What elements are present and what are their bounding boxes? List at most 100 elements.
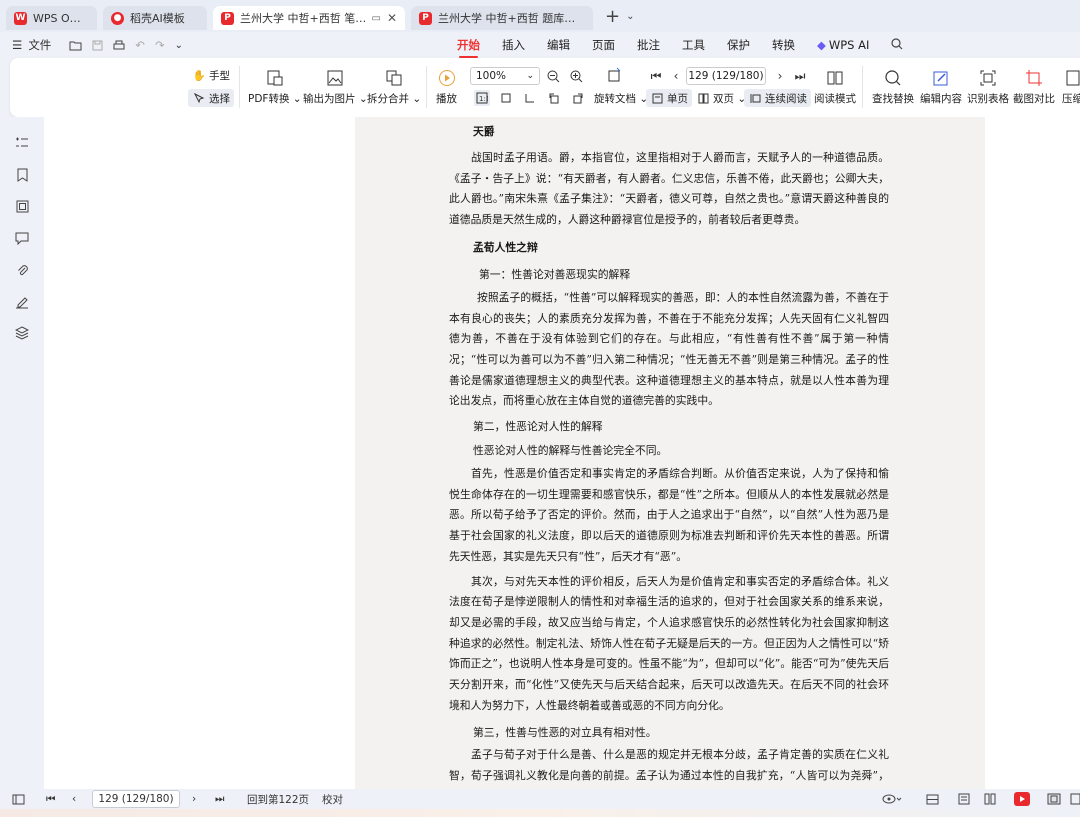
hamburger-menu-icon[interactable]: ☰ <box>12 38 22 52</box>
chevron-down-icon[interactable]: ⌄ <box>626 11 634 22</box>
search-icon <box>883 68 903 88</box>
play-status-icon[interactable] <box>1014 789 1030 809</box>
menu-tab-convert[interactable]: 转换 <box>772 37 795 53</box>
single-page-icon <box>650 91 664 105</box>
attachment-icon[interactable] <box>14 262 30 278</box>
split-merge-button[interactable]: 拆分合并 ⌄ <box>367 68 421 106</box>
subheading: 第一：性善论对善恶现实的解释 <box>479 267 631 281</box>
book-icon <box>825 68 845 88</box>
next-page-icon[interactable]: › <box>192 789 196 809</box>
menu-tab-page[interactable]: 页面 <box>592 37 615 53</box>
fit-page-icon[interactable] <box>607 67 623 83</box>
zoom-select[interactable]: 100% ⌄ <box>470 67 540 85</box>
sidebar-toggle-icon[interactable] <box>12 789 25 809</box>
document-canvas[interactable]: 天爵 战国时孟子用语。爵，本指官位，这里指相对于人爵而言，天赋予人的一种道德品质… <box>44 117 1080 789</box>
rotate-document-button[interactable]: 旋转文档 ⌄ <box>590 89 652 107</box>
file-menu[interactable]: 文件 <box>28 37 51 53</box>
undo-icon[interactable]: ↶ <box>135 38 145 52</box>
status-page-input[interactable]: 129 (129/180) <box>92 790 180 808</box>
fit-width-icon[interactable] <box>498 90 514 106</box>
compress-icon <box>1063 68 1080 88</box>
double-page-status-icon[interactable] <box>984 789 996 809</box>
actual-size-icon[interactable]: 1:1 <box>474 90 490 106</box>
proofread-button[interactable]: 校对 <box>322 789 343 809</box>
divider <box>862 66 863 108</box>
bottom-strip <box>0 809 1080 817</box>
paragraph: 按照孟子的概括，“性善”可以解释现实的善恶，即：人的本性自然流露为善，不善在于本… <box>449 290 889 408</box>
first-page-icon[interactable]: ⏮ <box>46 789 55 809</box>
chevron-down-icon: ⌄ <box>526 71 534 81</box>
menu-tab-edit[interactable]: 编辑 <box>547 37 570 53</box>
tab-notes-pdf[interactable]: P 兰州大学 中哲+西哲 笔记.pd ▭ ✕ <box>213 6 405 30</box>
pdf-icon: P <box>221 11 234 25</box>
tab-daoke-templates[interactable]: ● 稻壳AI模板 <box>103 6 207 30</box>
subheading: 第二，性恶论对人性的解释 <box>473 420 603 434</box>
tab-bar: W WPS Office ● 稻壳AI模板 P 兰州大学 中哲+西哲 笔记.pd… <box>0 0 1080 32</box>
tab-wps-office[interactable]: W WPS Office <box>6 6 97 30</box>
hand-tool-button[interactable]: ✋ 手型 <box>188 66 234 84</box>
prev-page-icon[interactable]: ‹ <box>668 68 684 84</box>
fit-width-status-icon[interactable] <box>926 789 939 809</box>
single-page-button[interactable]: 单页 <box>646 89 692 107</box>
layers-icon[interactable] <box>14 325 30 341</box>
paragraph: 首先，性恶是价值否定和事实肯定的矛盾综合判断。从价值否定来说，人为了保持和愉悦生… <box>449 467 889 563</box>
search-icon[interactable] <box>891 37 903 53</box>
outline-icon[interactable] <box>14 135 30 151</box>
page-number-input[interactable]: 129 (129/180) <box>686 67 766 85</box>
bookmark-icon[interactable] <box>14 167 30 183</box>
export-image-button[interactable]: 输出为图片 ⌄ <box>303 68 368 106</box>
zoom-in-icon[interactable] <box>568 68 584 84</box>
eye-protection-icon[interactable] <box>882 789 902 809</box>
chevron-down-icon[interactable]: ⌄ <box>175 40 183 51</box>
menu-tab-tools[interactable]: 工具 <box>682 37 705 53</box>
paragraph: 战国时孟子用语。爵，本指官位，这里指相对于人爵而言，天赋予人的一种道德品质。《孟… <box>449 151 889 227</box>
reading-mode-button[interactable]: 阅读模式 <box>814 68 856 106</box>
paragraph: 其次，与对先天本性的评价相反，后天人为是价值肯定和事实否定的矛盾综合体。礼义法度… <box>449 574 889 712</box>
first-page-icon[interactable]: ⏮ <box>648 68 664 84</box>
open-folder-icon[interactable] <box>69 40 82 51</box>
menu-tab-home[interactable]: 开始 <box>457 37 480 58</box>
monitor-icon[interactable]: ▭ <box>371 13 380 24</box>
signature-icon[interactable] <box>14 294 30 310</box>
paragraph: 性恶论对人性的解释与性善论完全不同。 <box>473 444 668 458</box>
menu-tab-protect[interactable]: 保护 <box>727 37 750 53</box>
wps-ai-logo-icon: ◆ <box>817 38 826 52</box>
continuous-reading-button[interactable]: 连续阅读 <box>744 89 811 107</box>
rotate-right-icon[interactable] <box>570 90 586 106</box>
menu-tab-wps-ai[interactable]: ◆ WPS AI <box>817 38 869 52</box>
screenshot-icon <box>1024 68 1044 88</box>
last-page-icon[interactable]: ⏭ <box>792 68 808 84</box>
goto-page-link[interactable]: 回到第122页 <box>247 789 309 809</box>
new-tab-plus-icon[interactable]: + <box>605 6 620 27</box>
double-page-button[interactable]: 双页 ⌄ <box>692 89 750 107</box>
save-icon[interactable] <box>92 40 103 51</box>
select-tool-button[interactable]: 选择 <box>188 89 234 107</box>
menu-tab-insert[interactable]: 插入 <box>502 37 525 53</box>
screenshot-compare-button[interactable]: 截图对比 <box>1013 68 1055 106</box>
print-icon[interactable] <box>113 40 125 51</box>
recognize-table-button[interactable]: 识别表格 <box>967 68 1009 106</box>
fit-height-icon[interactable] <box>522 90 538 106</box>
pdf-convert-button[interactable]: PDF转换 ⌄ <box>248 68 302 106</box>
redo-icon[interactable]: ↷ <box>155 38 165 52</box>
reading-status-icon[interactable] <box>1047 789 1061 809</box>
rotate-left-icon[interactable] <box>546 90 562 106</box>
play-button[interactable]: 播放 <box>436 68 457 106</box>
next-page-icon[interactable]: › <box>772 68 788 84</box>
close-icon[interactable]: ✕ <box>387 11 397 25</box>
comment-icon[interactable] <box>14 230 30 246</box>
menu-tab-annotate[interactable]: 批注 <box>637 37 660 53</box>
prev-page-icon[interactable]: ‹ <box>72 789 76 809</box>
fullscreen-icon[interactable] <box>1070 789 1080 809</box>
tab-questions-pdf[interactable]: P 兰州大学 中哲+西哲 题库附解析.pd <box>411 6 593 30</box>
thumbnail-icon[interactable] <box>14 198 30 214</box>
image-icon <box>325 68 345 88</box>
zoom-out-icon[interactable] <box>545 68 561 84</box>
heading-tianjue: 天爵 <box>473 125 495 139</box>
edit-content-button[interactable]: 编辑内容 <box>920 68 962 106</box>
last-page-icon[interactable]: ⏭ <box>215 789 224 809</box>
continuous-icon <box>748 91 762 105</box>
find-replace-button[interactable]: 查找替换 <box>872 68 914 106</box>
compress-button[interactable]: 压缩 <box>1062 68 1080 106</box>
single-page-status-icon[interactable] <box>958 789 970 809</box>
